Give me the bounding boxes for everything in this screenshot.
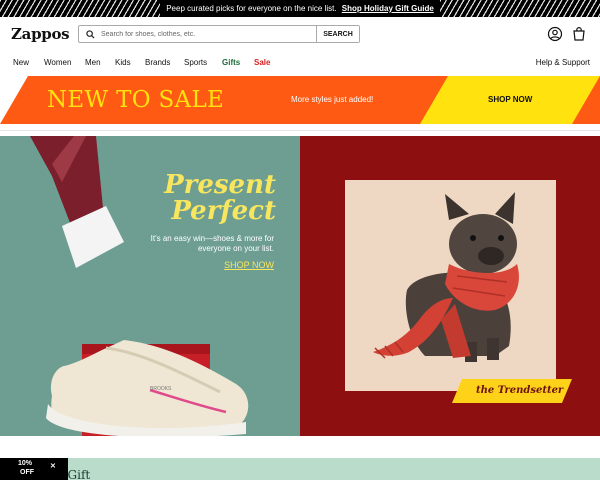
nav-kids[interactable]: Kids xyxy=(115,58,131,67)
close-icon[interactable]: ✕ xyxy=(50,462,56,470)
search-bar: SEARCH xyxy=(78,25,360,43)
new-to-sale-banner[interactable]: NEW TO SALE More styles just added! SHOP… xyxy=(0,76,600,124)
trendsetter-hero[interactable]: the Trendsetter xyxy=(300,136,600,436)
promo-stripes-right xyxy=(440,0,600,17)
discount-popup[interactable]: 10% OFF ✕ xyxy=(0,458,68,480)
cart-icon[interactable] xyxy=(571,26,587,42)
discount-percent: 10% xyxy=(18,460,33,467)
banner-subtitle: More styles just added! xyxy=(291,95,374,104)
discount-off: OFF xyxy=(20,469,34,476)
dog-illustration xyxy=(373,192,519,362)
gift-section: r Gift xyxy=(0,458,600,482)
trendsetter-tag-text: the Trendsetter xyxy=(476,385,564,396)
nav-gifts[interactable]: Gifts xyxy=(222,58,240,67)
search-input[interactable] xyxy=(101,26,316,42)
gift-guide-link[interactable]: Shop Holiday Gift Guide xyxy=(342,4,434,13)
nav-sports[interactable]: Sports xyxy=(184,58,207,67)
hero-title-line2: Perfect xyxy=(171,196,276,226)
section-divider xyxy=(0,130,600,131)
main-nav: New Women Men Kids Brands Sports Gifts S… xyxy=(0,52,600,74)
hero-description: It's an easy win—shoes & more for everyo… xyxy=(150,234,274,253)
promo-text-wrap: Peep curated picks for everyone on the n… xyxy=(160,4,440,13)
hero-shop-now-link[interactable]: SHOP NOW xyxy=(224,260,274,270)
present-perfect-title: Present Perfect xyxy=(164,172,276,224)
zappos-logo[interactable]: Zappos xyxy=(11,25,70,43)
promo-bar: Peep curated picks for everyone on the n… xyxy=(0,0,600,17)
banner-title: NEW TO SALE xyxy=(47,87,225,113)
search-button[interactable]: SEARCH xyxy=(316,26,359,42)
nav-brands[interactable]: Brands xyxy=(145,58,170,67)
shoe-brand-text: BROOKS xyxy=(150,386,172,392)
site-header: Zappos SEARCH xyxy=(0,17,600,52)
user-icon[interactable] xyxy=(547,26,563,42)
banner-shop-now-button[interactable]: SHOP NOW xyxy=(488,95,532,104)
search-icon xyxy=(79,29,101,39)
nav-new[interactable]: New xyxy=(13,58,29,67)
promo-stripes-left xyxy=(0,0,160,17)
dog-photo xyxy=(345,180,556,391)
help-support-link[interactable]: Help & Support xyxy=(536,58,590,67)
promo-message: Peep curated picks for everyone on the n… xyxy=(166,4,337,13)
nav-men[interactable]: Men xyxy=(85,58,101,67)
hero-title-line1: Present xyxy=(164,170,276,200)
present-perfect-hero[interactable]: BROOKS Present Perfect It's an easy win—… xyxy=(0,136,300,436)
nav-sale[interactable]: Sale xyxy=(254,58,270,67)
nav-women[interactable]: Women xyxy=(44,58,71,67)
